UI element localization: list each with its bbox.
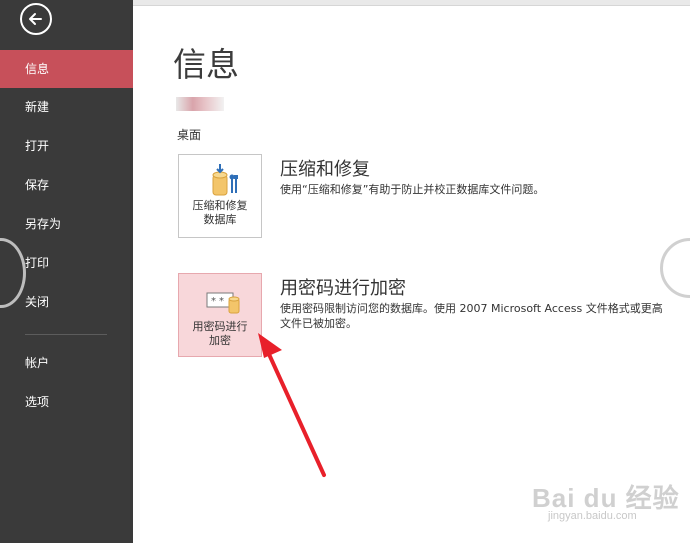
baidu-watermark-url: jingyan.baidu.com (548, 510, 637, 522)
annotation-arrow (258, 333, 326, 477)
